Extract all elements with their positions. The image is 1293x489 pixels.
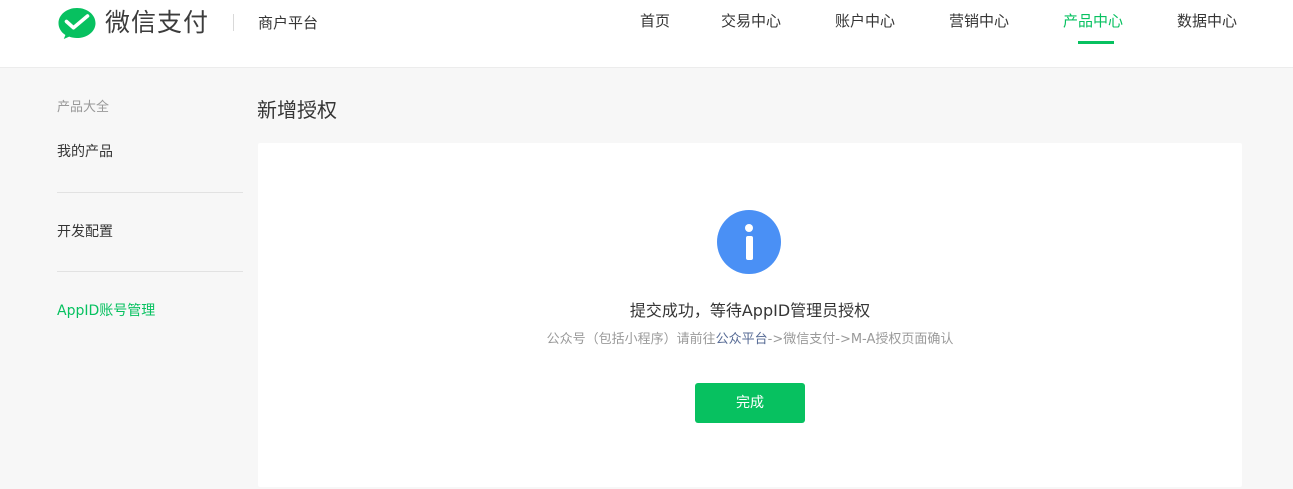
sidebar-item-dev-config[interactable]: 开发配置 <box>57 223 113 241</box>
page-title: 新增授权 <box>257 98 337 122</box>
message-title: 提交成功，等待AppID管理员授权 <box>629 301 871 320</box>
info-icon-bar <box>745 236 753 260</box>
header-divider <box>233 14 234 31</box>
sidebar-divider <box>57 271 243 272</box>
nav-item-data[interactable]: 数据中心 <box>1177 10 1237 32</box>
platform-name: 商户平台 <box>258 14 319 32</box>
sidebar-item-my-products[interactable]: 我的产品 <box>57 143 113 161</box>
info-icon-dot <box>745 224 753 232</box>
sidebar-divider <box>57 192 243 193</box>
wechat-pay-logo[interactable]: 微信支付 <box>57 6 209 40</box>
message-desc-prefix: 公众号（包括小程序）请前往 <box>546 332 716 347</box>
top-header: 微信支付 商户平台 首页 交易中心 账户中心 营销中心 产品中心 数据中心 <box>0 0 1293 68</box>
official-platform-link[interactable]: 公众平台 <box>716 332 768 347</box>
sidebar-group-label: 产品大全 <box>57 100 110 115</box>
done-button[interactable]: 完成 <box>695 383 805 423</box>
nav-active-underline <box>1078 41 1114 44</box>
message-desc-suffix: ->微信支付->M-A授权页面确认 <box>767 332 954 347</box>
result-panel: 提交成功，等待AppID管理员授权 公众号（包括小程序）请前往公众平台->微信支… <box>258 143 1242 487</box>
message-description: 公众号（包括小程序）请前往公众平台->微信支付->M-A授权页面确认 <box>258 331 1242 349</box>
nav-item-home[interactable]: 首页 <box>640 10 670 32</box>
wechat-pay-logo-icon <box>58 8 96 39</box>
nav-item-marketing[interactable]: 营销中心 <box>949 10 1009 32</box>
nav-item-product[interactable]: 产品中心 <box>1063 10 1123 32</box>
nav-item-account[interactable]: 账户中心 <box>835 10 895 32</box>
nav-item-trade[interactable]: 交易中心 <box>721 10 781 32</box>
sidebar-item-appid-management[interactable]: AppID账号管理 <box>57 302 155 320</box>
brand-name: 微信支付 <box>105 8 210 37</box>
info-icon <box>717 210 781 274</box>
